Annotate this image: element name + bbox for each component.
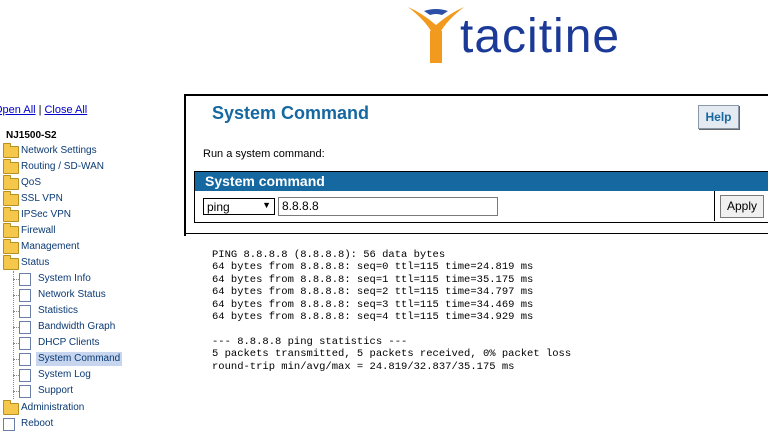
- page-icon: [19, 273, 31, 286]
- open-folder-icon: [3, 255, 19, 270]
- section-header: System command: [195, 172, 768, 191]
- tree-folder-label: IPSec VPN: [21, 209, 72, 220]
- folder-icon: [3, 223, 19, 238]
- command-select-value: ping: [207, 200, 230, 214]
- tree-folder-label: Network Settings: [21, 145, 97, 156]
- page-description: Run a system command:: [203, 148, 325, 160]
- output-line: 64 bytes from 8.8.8.8: seq=1 ttl=115 tim…: [212, 273, 534, 286]
- tree-folder-label: Routing / SD-WAN: [21, 161, 104, 172]
- tree-folder-label: QoS: [21, 177, 42, 188]
- output-line: PING 8.8.8.8 (8.8.8.8): 56 data bytes: [212, 249, 446, 261]
- page-icon: [19, 305, 31, 318]
- cell-divider: [714, 191, 715, 221]
- page-title: System Command: [212, 103, 370, 123]
- tree-item-label: Statistics: [38, 305, 79, 316]
- folder-icon: [3, 159, 19, 174]
- output-line: 5 packets transmitted, 5 packets receive…: [212, 348, 572, 361]
- chevron-down-icon: ▼: [262, 200, 271, 210]
- apply-button[interactable]: Apply: [720, 195, 764, 218]
- tree-folder-label: Management: [21, 241, 80, 252]
- close-all-link[interactable]: Close All: [44, 104, 87, 116]
- page-icon: [19, 369, 31, 382]
- tree-item-label: Support: [38, 385, 74, 396]
- output-line: --- 8.8.8.8 ping statistics ---: [212, 335, 408, 348]
- tree-item-label: Reboot: [21, 418, 54, 429]
- tree-folder-label: Administration: [21, 402, 85, 413]
- logo-mark-icon: [408, 7, 464, 63]
- page-icon: [19, 289, 31, 302]
- tree-item-label: System Info: [38, 273, 91, 284]
- output-line: 64 bytes from 8.8.8.8: seq=4 ttl=115 tim…: [212, 311, 534, 324]
- folder-icon: [3, 207, 19, 222]
- page-icon: [19, 353, 31, 366]
- page-icon: [3, 418, 15, 431]
- tree-item-label-selected: System Command: [36, 352, 123, 366]
- folder-icon: [3, 239, 19, 254]
- open-all-link[interactable]: Open All: [0, 104, 36, 116]
- output-divider: [184, 233, 768, 234]
- folder-icon: [3, 175, 19, 190]
- tree-item-label: Network Status: [38, 289, 106, 300]
- page-icon: [19, 321, 31, 334]
- tree-folder-label: Firewall: [21, 225, 56, 236]
- command-output: PING 8.8.8.8 (8.8.8.8): 56 data bytes 64 …: [212, 249, 571, 373]
- tree-toggle-links: Open All|Close All: [0, 104, 87, 116]
- tree-connector: [13, 271, 14, 399]
- command-select[interactable]: ping ▼: [203, 198, 275, 215]
- link-separator: |: [38, 104, 42, 116]
- page-icon: [19, 337, 31, 350]
- page-icon: [19, 385, 31, 398]
- folder-icon: [3, 143, 19, 158]
- tree-item-label: DHCP Clients: [38, 337, 100, 348]
- target-input[interactable]: 8.8.8.8: [278, 197, 498, 216]
- output-line: 64 bytes from 8.8.8.8: seq=3 ttl=115 tim…: [212, 298, 534, 311]
- output-line: round-trip min/avg/max = 24.819/32.837/3…: [212, 360, 515, 373]
- logo-text: tacitine: [460, 10, 621, 63]
- help-button[interactable]: Help: [698, 105, 739, 129]
- tree-folder-label: SSL VPN: [21, 193, 63, 204]
- tree-folder-label: Status: [21, 257, 50, 268]
- tree-item-label: Bandwidth Graph: [38, 321, 116, 332]
- navigation-tree: Open All|Close All NJ1500-S2 Network Set…: [0, 0, 185, 431]
- folder-icon: [3, 400, 19, 415]
- output-line: 64 bytes from 8.8.8.8: seq=0 ttl=115 tim…: [212, 261, 534, 274]
- output-line: 64 bytes from 8.8.8.8: seq=2 ttl=115 tim…: [212, 286, 534, 299]
- device-root-node[interactable]: NJ1500-S2: [6, 130, 57, 141]
- folder-icon: [3, 191, 19, 206]
- tree-item-label: System Log: [38, 369, 91, 380]
